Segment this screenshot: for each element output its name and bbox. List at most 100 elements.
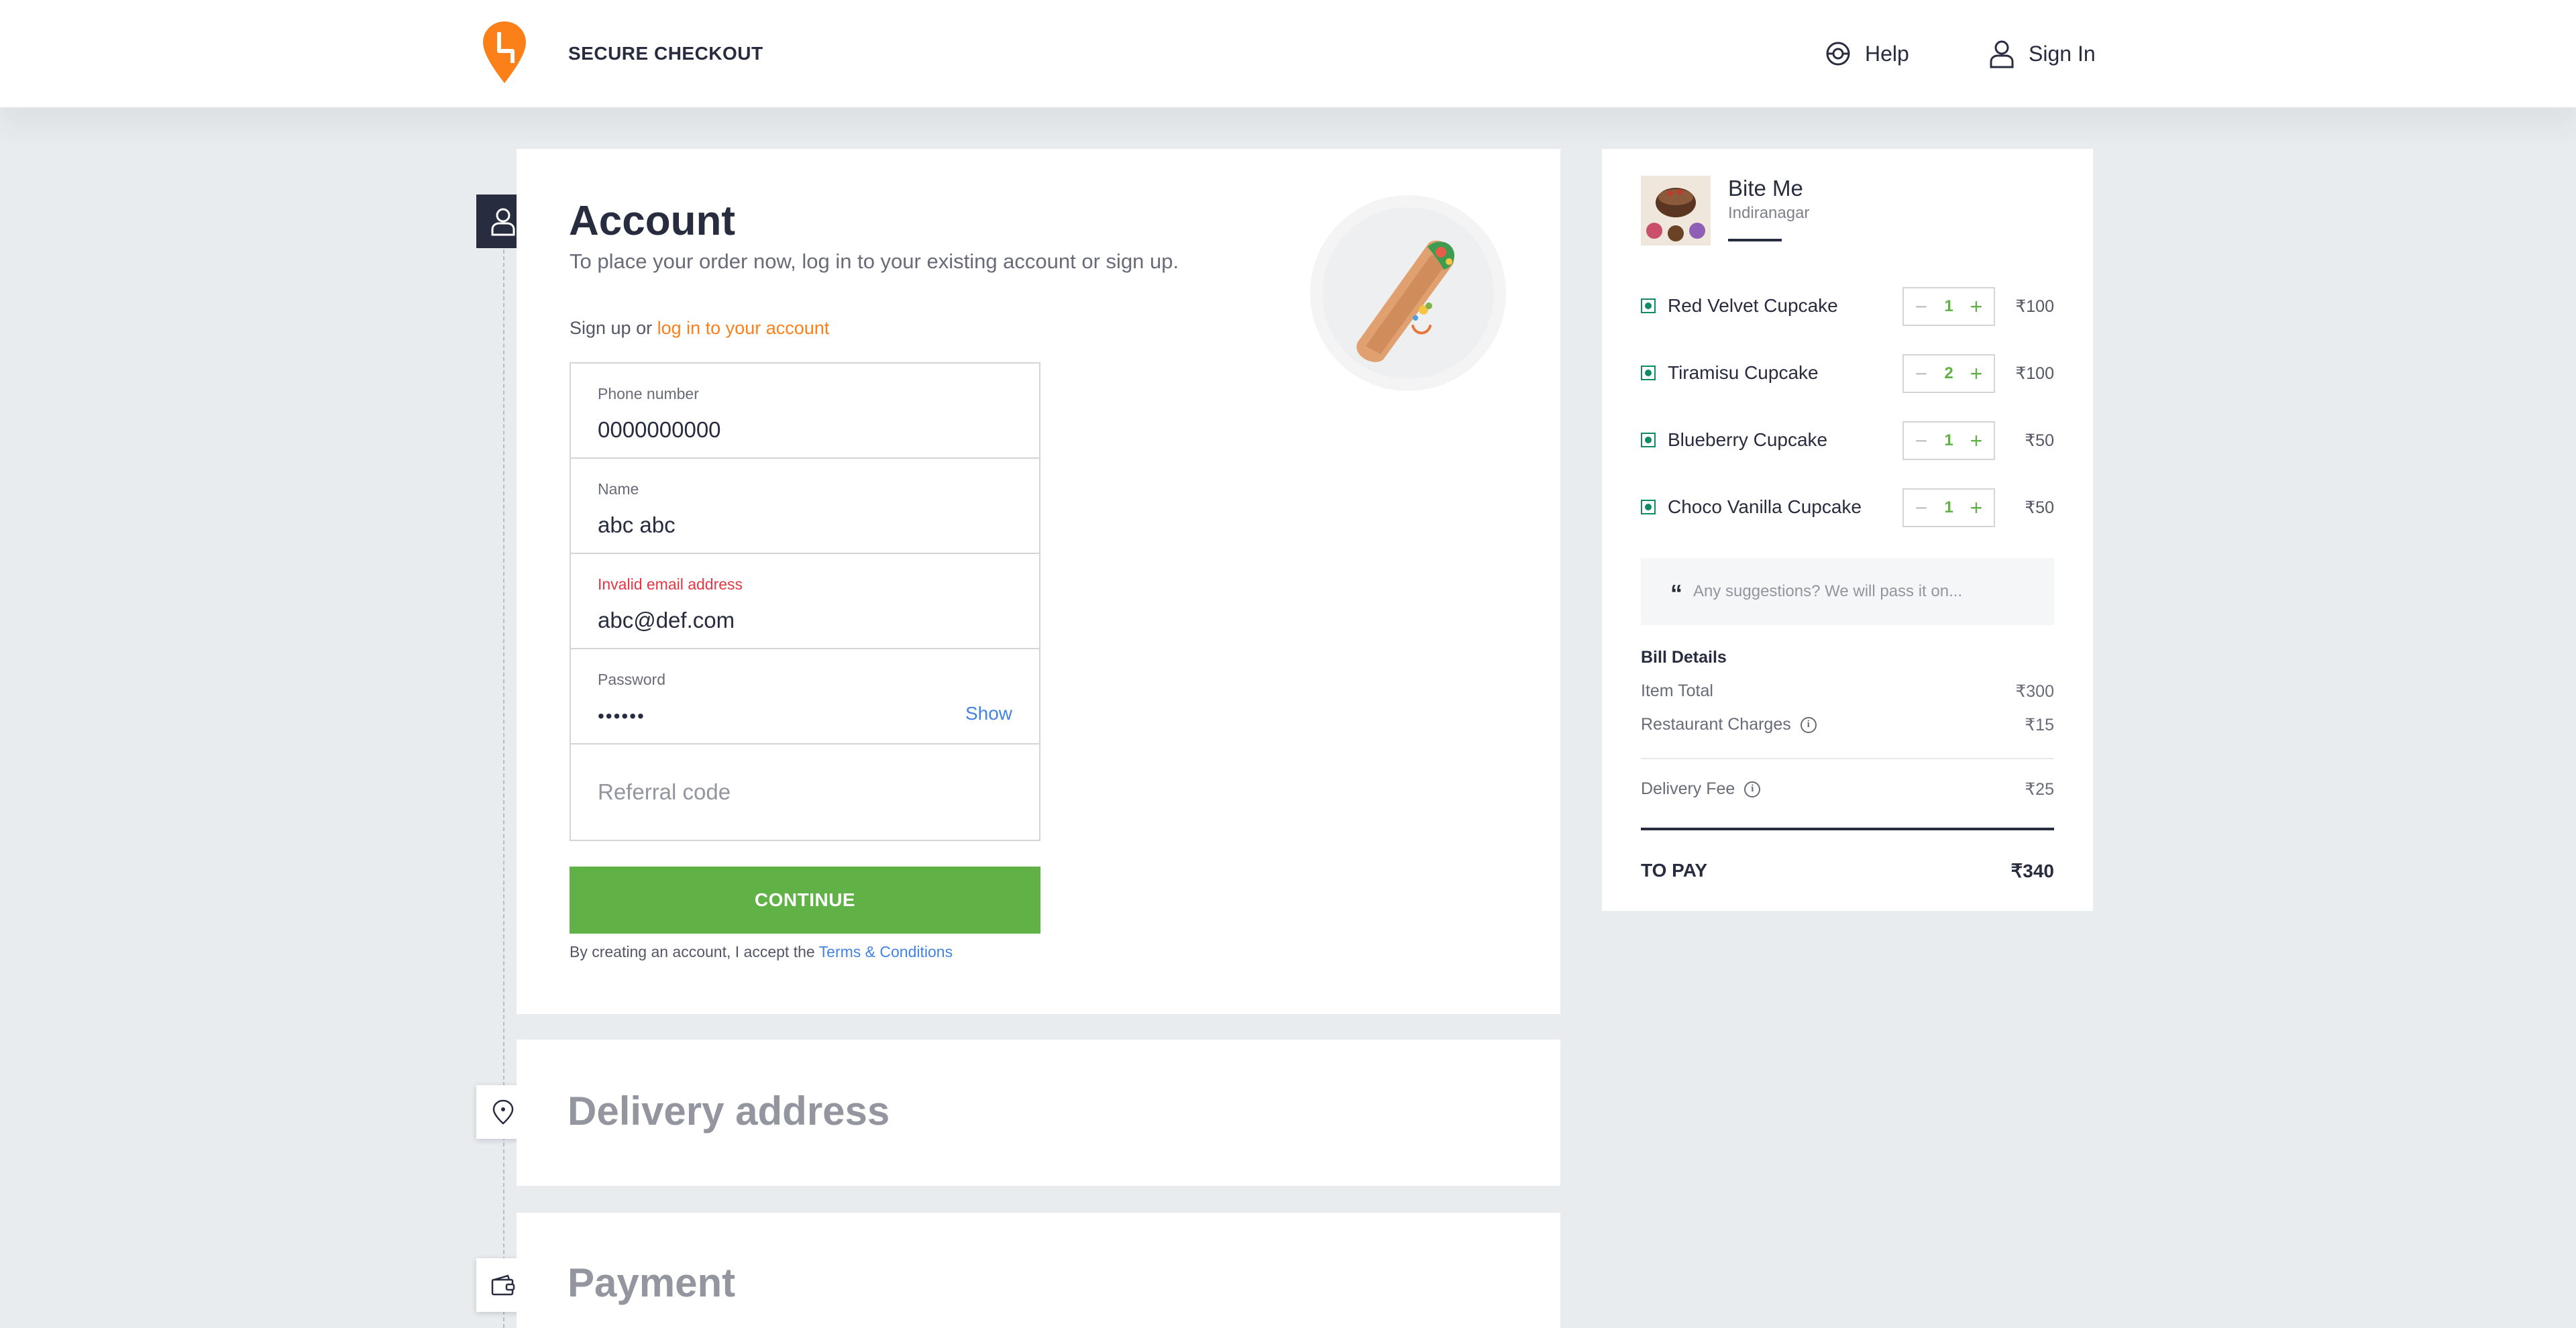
- show-password-toggle[interactable]: Show: [965, 703, 1012, 724]
- cart-summary: Bite Me Indiranagar Red Velvet Cupcake −…: [1602, 149, 2093, 911]
- help-label: Help: [1865, 41, 1909, 66]
- item-name: Blueberry Cupcake: [1668, 429, 1828, 450]
- restaurant-name[interactable]: Bite Me: [1728, 176, 1803, 201]
- email-error-label: Invalid email address: [598, 575, 743, 593]
- delivery-fee-row: Delivery Fee i ₹25: [1641, 779, 2054, 804]
- delivery-address-title: Delivery address: [568, 1089, 890, 1133]
- delivery-address-section[interactable]: Delivery address: [517, 1040, 1560, 1186]
- restaurant-charges-value: ₹15: [2025, 716, 2054, 734]
- referral-field[interactable]: Referral code: [571, 744, 1039, 840]
- item-price: ₹100: [2015, 297, 2054, 316]
- password-field[interactable]: Password •••••• Show: [571, 649, 1039, 744]
- veg-indicator-icon: [1641, 298, 1656, 313]
- item-total-label: Item Total: [1641, 681, 1713, 700]
- item-price: ₹100: [2015, 364, 2054, 383]
- user-icon: [1990, 40, 2014, 68]
- item-quantity: 2: [1944, 364, 1953, 382]
- help-link[interactable]: Help: [1825, 38, 1909, 70]
- restaurant-charges-label: Restaurant Charges: [1641, 715, 1791, 734]
- email-field[interactable]: Invalid email address abc@def.com: [571, 554, 1039, 649]
- wrap-food-illustration: [1310, 195, 1506, 391]
- phone-label: Phone number: [598, 385, 699, 402]
- user-icon: [491, 208, 515, 236]
- sign-in-label: Sign In: [2029, 41, 2096, 66]
- terms-notice: By creating an account, I accept the Ter…: [570, 943, 953, 961]
- veg-indicator-icon: [1641, 366, 1656, 380]
- location-pin-icon: [492, 1099, 514, 1125]
- name-input[interactable]: abc abc: [598, 512, 960, 538]
- restaurant-area: Indiranagar: [1728, 204, 1810, 222]
- increase-quantity-button[interactable]: +: [1966, 430, 1987, 451]
- phone-field[interactable]: Phone number 0000000000: [571, 364, 1039, 459]
- increase-quantity-button[interactable]: +: [1966, 296, 1987, 317]
- terms-prefix: By creating an account, I accept the: [570, 943, 815, 960]
- info-icon[interactable]: i: [1744, 781, 1761, 797]
- name-label: Name: [598, 480, 639, 498]
- cart-item: Red Velvet Cupcake − 1 + ₹100: [1641, 287, 2054, 327]
- checkout-timeline: [503, 250, 504, 1328]
- increase-quantity-button[interactable]: +: [1966, 497, 1987, 518]
- cart-item: Choco Vanilla Cupcake − 1 + ₹50: [1641, 488, 2054, 529]
- restaurant-underline: [1728, 239, 1782, 241]
- item-price: ₹50: [2025, 498, 2054, 517]
- login-link[interactable]: log in to your account: [657, 318, 830, 338]
- payment-section[interactable]: Payment: [517, 1213, 1560, 1328]
- item-price: ₹50: [2025, 431, 2054, 450]
- payment-title: Payment: [568, 1260, 736, 1305]
- info-icon[interactable]: i: [1800, 716, 1817, 733]
- item-total-value: ₹300: [2015, 682, 2054, 701]
- decrease-quantity-button[interactable]: −: [1911, 296, 1932, 317]
- cart-item: Tiramisu Cupcake − 2 + ₹100: [1641, 354, 2054, 394]
- restaurant-thumbnail[interactable]: [1641, 176, 1711, 245]
- password-label: Password: [598, 671, 665, 688]
- continue-button[interactable]: CONTINUE: [570, 867, 1040, 934]
- increase-quantity-button[interactable]: +: [1966, 363, 1987, 384]
- sign-in-link[interactable]: Sign In: [1988, 38, 2096, 70]
- referral-input[interactable]: Referral code: [598, 779, 731, 805]
- terms-link[interactable]: Terms & Conditions: [819, 943, 953, 960]
- password-input[interactable]: ••••••: [598, 706, 960, 727]
- name-field[interactable]: Name abc abc: [571, 459, 1039, 554]
- suggestions-box[interactable]: “: [1641, 558, 2054, 625]
- quote-icon: “: [1670, 579, 1682, 607]
- help-lifebuoy-icon: [1826, 42, 1850, 66]
- quantity-stepper: − 1 +: [1902, 421, 1995, 460]
- quantity-stepper: − 1 +: [1902, 287, 1995, 326]
- veg-indicator-icon: [1641, 500, 1656, 514]
- account-subtitle: To place your order now, log in to your …: [570, 250, 1179, 273]
- quantity-stepper: − 1 +: [1902, 488, 1995, 527]
- secure-checkout-title: SECURE CHECKOUT: [568, 43, 763, 64]
- total-divider: [1641, 828, 2054, 830]
- bill-divider: [1641, 758, 2054, 759]
- to-pay-label: TO PAY: [1641, 860, 1708, 881]
- decrease-quantity-button[interactable]: −: [1911, 363, 1932, 384]
- decrease-quantity-button[interactable]: −: [1911, 497, 1932, 518]
- signup-form: Phone number 0000000000 Name abc abc Inv…: [570, 362, 1040, 841]
- item-quantity: 1: [1944, 297, 1953, 315]
- restaurant-charges-row: Restaurant Charges i ₹15: [1641, 715, 2054, 739]
- item-total-row: Item Total ₹300: [1641, 681, 2054, 706]
- site-header: SECURE CHECKOUT Help Sign In: [0, 0, 2576, 107]
- item-quantity: 1: [1944, 431, 1953, 449]
- to-pay-value: ₹340: [2010, 861, 2054, 881]
- item-name: Tiramisu Cupcake: [1668, 362, 1819, 383]
- veg-indicator-icon: [1641, 433, 1656, 447]
- item-quantity: 1: [1944, 498, 1953, 516]
- brand-logo-icon[interactable]: [482, 20, 527, 85]
- cupcakes-image-icon: [1641, 176, 1711, 245]
- decrease-quantity-button[interactable]: −: [1911, 430, 1932, 451]
- account-section: Account To place your order now, log in …: [517, 149, 1560, 1014]
- phone-input[interactable]: 0000000000: [598, 417, 960, 443]
- delivery-fee-label: Delivery Fee: [1641, 779, 1735, 798]
- item-name: Red Velvet Cupcake: [1668, 295, 1838, 316]
- to-pay-row: TO PAY ₹340: [1641, 860, 2054, 881]
- wallet-icon: [491, 1274, 515, 1296]
- signup-prompt: Sign up or log in to your account: [570, 318, 829, 339]
- signup-prefix: Sign up or: [570, 318, 653, 338]
- quantity-stepper: − 2 +: [1902, 354, 1995, 393]
- suggestions-input[interactable]: [1693, 582, 2029, 601]
- delivery-fee-value: ₹25: [2025, 780, 2054, 799]
- email-input[interactable]: abc@def.com: [598, 608, 960, 633]
- cart-item: Blueberry Cupcake − 1 + ₹50: [1641, 421, 2054, 461]
- item-name: Choco Vanilla Cupcake: [1668, 496, 1862, 517]
